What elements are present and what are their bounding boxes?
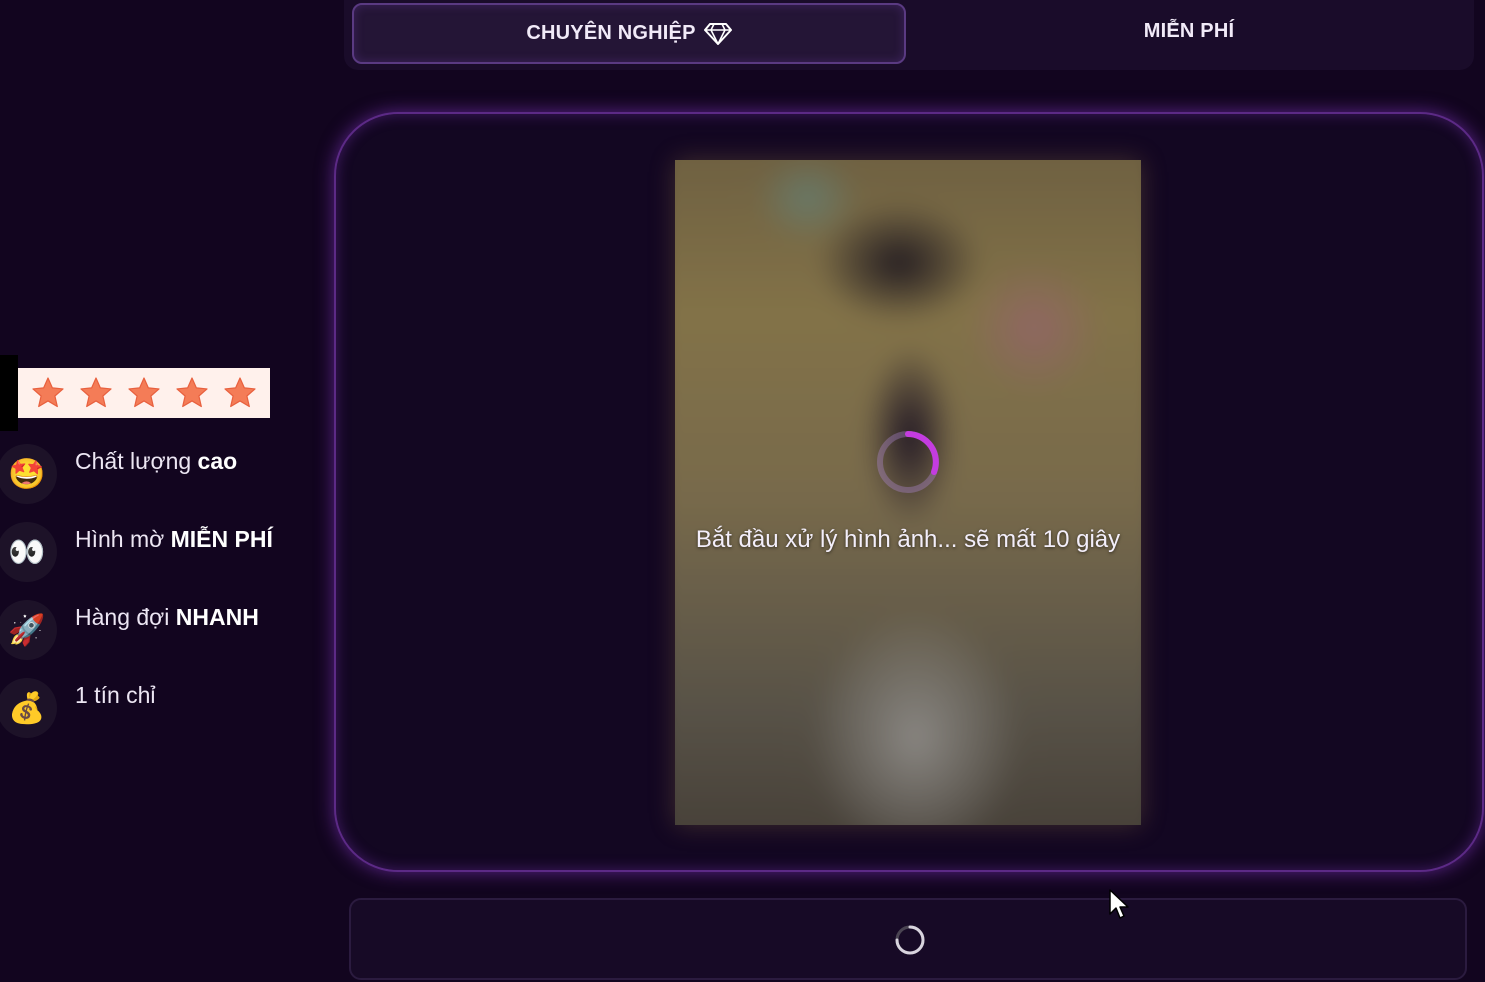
feature-label: Chất lượng bbox=[75, 448, 198, 474]
feature-item-watermark: 👀 Hình mờ MIỄN PHÍ bbox=[0, 518, 330, 596]
feature-list: 🤩 Chất lượng cao 👀 Hình mờ MIỄN PHÍ 🚀 Hà… bbox=[0, 440, 330, 752]
feature-label-bold: MIỄN PHÍ bbox=[170, 526, 273, 552]
tab-free-label: MIỄN PHÍ bbox=[1143, 20, 1235, 42]
feature-label: 1 tín chỉ bbox=[75, 682, 156, 708]
star-icon bbox=[32, 377, 64, 408]
feature-label-bold: cao bbox=[197, 448, 238, 474]
mouse-cursor-icon bbox=[1109, 889, 1129, 919]
tab-professional[interactable]: CHUYÊN NGHIỆP bbox=[352, 3, 906, 64]
feature-item-credit: 💰 1 tín chỉ bbox=[0, 674, 330, 752]
button-spinner-icon bbox=[895, 925, 925, 955]
rocket-emoji-icon: 🚀 bbox=[0, 600, 57, 660]
star-icon bbox=[128, 377, 160, 408]
left-edge-bar bbox=[0, 355, 18, 431]
image-preview: Bắt đầu xử lý hình ảnh... sẽ mất 10 giây bbox=[675, 160, 1141, 825]
feature-label: Hàng đợi bbox=[75, 604, 176, 630]
feature-text: Chất lượng cao bbox=[75, 448, 237, 475]
loading-spinner-icon bbox=[877, 431, 939, 493]
feature-label-bold: NHANH bbox=[175, 604, 259, 630]
tab-professional-label: CHUYÊN NGHIỆP bbox=[526, 22, 696, 44]
star-icon bbox=[224, 377, 256, 408]
money-bag-emoji-icon: 💰 bbox=[0, 678, 57, 738]
feature-text: 1 tín chỉ bbox=[75, 682, 156, 709]
feature-label: Hình mờ bbox=[75, 526, 171, 552]
feature-item-queue: 🚀 Hàng đợi NHANH bbox=[0, 596, 330, 674]
tab-free[interactable]: MIỄN PHÍ bbox=[914, 3, 1464, 60]
mode-tab-bar: CHUYÊN NGHIỆP MIỄN PHÍ bbox=[344, 0, 1474, 70]
star-icon bbox=[80, 377, 112, 408]
rating-stars bbox=[18, 368, 270, 418]
feature-item-quality: 🤩 Chất lượng cao bbox=[0, 440, 330, 518]
diamond-icon bbox=[703, 22, 732, 45]
feature-text: Hình mờ MIỄN PHÍ bbox=[75, 526, 273, 553]
eyes-emoji-icon: 👀 bbox=[0, 522, 57, 582]
app-page: CHUYÊN NGHIỆP MIỄN PHÍ 🤩 Chất lượng cao … bbox=[0, 0, 1485, 982]
feature-text: Hàng đợi NHANH bbox=[75, 604, 259, 631]
processing-status-text: Bắt đầu xử lý hình ảnh... sẽ mất 10 giây bbox=[695, 526, 1121, 553]
generate-button[interactable] bbox=[349, 898, 1467, 980]
star-struck-emoji-icon: 🤩 bbox=[0, 444, 57, 504]
star-icon bbox=[176, 377, 208, 408]
